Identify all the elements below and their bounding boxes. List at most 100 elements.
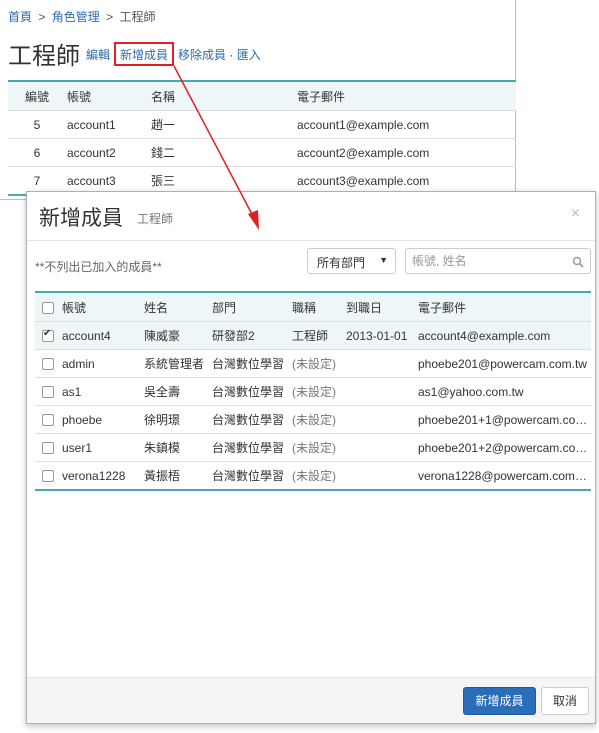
row-checkbox-cell[interactable] xyxy=(35,321,61,350)
cell-account: phoebe xyxy=(61,405,143,434)
cell-name: 陳威豪 xyxy=(143,321,211,350)
cell-email: account4@example.com xyxy=(417,321,591,350)
cell-email: phoebe201+2@powercam.com.tw xyxy=(417,433,591,462)
cell-title: (未設定) xyxy=(291,461,345,491)
select-all-checkbox[interactable] xyxy=(35,291,61,322)
col-email[interactable]: 電子郵件 xyxy=(296,80,516,111)
col-name[interactable]: 名稱 xyxy=(150,80,296,111)
edit-link[interactable]: 編輯 xyxy=(86,48,110,62)
table-row[interactable]: 5 account1 趙一 account1@example.com xyxy=(8,110,516,139)
checkbox[interactable] xyxy=(42,358,54,370)
breadcrumb-separator: > xyxy=(106,10,114,24)
department-select[interactable]: 所有部門 ▼ xyxy=(307,248,396,274)
cell-account: user1 xyxy=(61,433,143,462)
cell-title: (未設定) xyxy=(291,405,345,434)
cell-account: verona1228 xyxy=(61,461,143,491)
col-title[interactable]: 職稱 xyxy=(291,291,345,322)
row-checkbox-cell[interactable] xyxy=(35,461,61,491)
cell-department: 台灣數位學習 xyxy=(211,405,291,434)
col-department[interactable]: 部門 xyxy=(211,291,291,322)
cell-name: 朱鎮模 xyxy=(143,433,211,462)
cell-email: account1@example.com xyxy=(296,110,516,139)
cell-department: 研發部2 xyxy=(211,321,291,350)
row-checkbox-cell[interactable] xyxy=(35,377,61,406)
chevron-down-icon: ▼ xyxy=(379,255,388,265)
table-row[interactable]: admin 系統管理者 台灣數位學習 (未設定) phoebe201@power… xyxy=(35,349,591,378)
cell-id: 6 xyxy=(8,138,66,167)
dialog-title: 新增成員 xyxy=(39,207,123,230)
cell-id: 5 xyxy=(8,110,66,139)
row-checkbox-cell[interactable] xyxy=(35,349,61,378)
col-account[interactable]: 帳號 xyxy=(66,80,150,111)
dialog-subtitle: 工程師 xyxy=(137,212,174,226)
cell-name: 趙一 xyxy=(150,110,296,139)
breadcrumb: 首頁 > 角色管理 > 工程師 xyxy=(8,8,155,25)
table-row[interactable]: 6 account2 錢二 account2@example.com xyxy=(8,138,516,167)
remove-members-link[interactable]: 移除成員 xyxy=(178,48,226,62)
link-dot: · xyxy=(229,48,234,62)
checkbox[interactable] xyxy=(42,414,54,426)
cell-account: admin xyxy=(61,349,143,378)
close-icon[interactable]: × xyxy=(571,205,580,223)
table-row[interactable]: verona1228 黃振梧 台灣數位學習 (未設定) verona1228@p… xyxy=(35,461,591,491)
title-actions-secondary: 移除成員 · 匯入 xyxy=(178,46,261,63)
search-icon[interactable] xyxy=(572,255,584,273)
cell-title: (未設定) xyxy=(291,349,345,378)
checkbox[interactable] xyxy=(42,328,54,342)
cell-email: phoebe201+1@powercam.com.tw xyxy=(417,405,591,434)
cell-account: account1 xyxy=(66,110,150,139)
cell-account: account2 xyxy=(66,138,150,167)
cell-name: 吳全壽 xyxy=(143,377,211,406)
cell-start-date xyxy=(345,461,417,491)
table-row[interactable]: phoebe 徐明璟 台灣數位學習 (未設定) phoebe201+1@powe… xyxy=(35,405,591,434)
breadcrumb-current: 工程師 xyxy=(119,10,156,24)
add-members-button[interactable]: 新增成員 xyxy=(463,687,536,715)
breadcrumb-home[interactable]: 首頁 xyxy=(8,10,32,24)
cell-start-date: 2013-01-01 xyxy=(345,321,417,350)
row-checkbox-cell[interactable] xyxy=(35,405,61,434)
cell-start-date xyxy=(345,433,417,462)
cancel-button[interactable]: 取消 xyxy=(541,687,589,715)
checkbox[interactable] xyxy=(42,301,54,314)
cell-name: 錢二 xyxy=(150,138,296,167)
cell-title: (未設定) xyxy=(291,433,345,462)
title-actions: 編輯 xyxy=(86,46,110,63)
table-row[interactable]: account4 陳威豪 研發部2 工程師 2013-01-01 account… xyxy=(35,321,591,350)
cell-department: 台灣數位學習 xyxy=(211,461,291,491)
breadcrumb-separator: > xyxy=(38,10,46,24)
cell-start-date xyxy=(345,377,417,406)
cell-account: account4 xyxy=(61,321,143,350)
col-email[interactable]: 電子郵件 xyxy=(417,291,591,322)
checkbox[interactable] xyxy=(42,442,54,454)
exclusion-note: **不列出已加入的成員** xyxy=(35,260,162,274)
col-id[interactable]: 編號 xyxy=(8,80,66,111)
cell-department: 台灣數位學習 xyxy=(211,433,291,462)
row-checkbox-cell[interactable] xyxy=(35,433,61,462)
table-row[interactable]: as1 吳全壽 台灣數位學習 (未設定) as1@yahoo.com.tw xyxy=(35,377,591,406)
dialog-header: 新增成員 工程師 × xyxy=(27,192,595,241)
table-header-row: 編號 帳號 名稱 電子郵件 xyxy=(8,80,516,111)
breadcrumb-roles[interactable]: 角色管理 xyxy=(52,10,100,24)
cell-department: 台灣數位學習 xyxy=(211,349,291,378)
cell-email: verona1228@powercam.com.tw xyxy=(417,461,591,491)
cell-email: phoebe201@powercam.com.tw xyxy=(417,349,591,378)
col-name[interactable]: 姓名 xyxy=(143,291,211,322)
table-row[interactable]: user1 朱鎮模 台灣數位學習 (未設定) phoebe201+2@power… xyxy=(35,433,591,462)
highlight-box xyxy=(114,42,174,66)
search-field[interactable] xyxy=(405,248,591,274)
col-account[interactable]: 帳號 xyxy=(61,291,143,322)
cell-department: 台灣數位學習 xyxy=(211,377,291,406)
cell-start-date xyxy=(345,349,417,378)
checkbox[interactable] xyxy=(42,386,54,398)
candidate-table: 帳號 姓名 部門 職稱 到職日 電子郵件 account4 陳威豪 研發部2 工… xyxy=(35,291,591,491)
cell-start-date xyxy=(345,405,417,434)
search-input[interactable] xyxy=(412,250,562,272)
cell-account: as1 xyxy=(61,377,143,406)
import-link[interactable]: 匯入 xyxy=(237,48,261,62)
checkbox[interactable] xyxy=(42,470,54,482)
cell-name: 黃振梧 xyxy=(143,461,211,491)
role-page-window: 首頁 > 角色管理 > 工程師 工程師 編輯 新增成員 移除成員 · 匯入 編號… xyxy=(0,0,516,200)
col-start-date[interactable]: 到職日 xyxy=(345,291,417,322)
cell-email: as1@yahoo.com.tw xyxy=(417,377,591,406)
cell-email: account2@example.com xyxy=(296,138,516,167)
